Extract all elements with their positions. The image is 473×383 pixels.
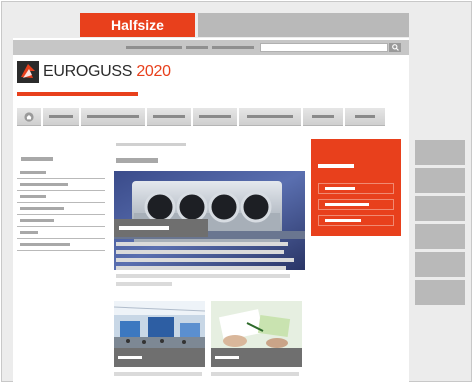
breadcrumb[interactable] (116, 143, 186, 146)
nav-item[interactable] (303, 108, 343, 126)
page-sheet: EUROGUSS 2020 (13, 38, 409, 383)
body-text-line (116, 258, 294, 262)
utility-link[interactable] (126, 46, 182, 49)
thumbnail-caption-label (215, 356, 239, 359)
thumbnail-caption (211, 348, 302, 367)
right-column-block[interactable] (415, 140, 465, 165)
sidebar-item[interactable] (17, 191, 105, 203)
teaser-title (318, 164, 354, 168)
nav-item-label (153, 115, 185, 118)
nav-item[interactable] (239, 108, 301, 126)
thumbnail-caption-label (118, 356, 142, 359)
right-column-block[interactable] (415, 252, 465, 277)
nav-home[interactable] (17, 108, 41, 126)
teaser-box (311, 139, 401, 236)
nav-item[interactable] (345, 108, 385, 126)
logo-underline (17, 92, 138, 96)
body-text-line (116, 242, 288, 246)
sidebar-item-label (20, 183, 68, 186)
sidebar-item[interactable] (17, 167, 105, 179)
hero-caption-label (119, 226, 169, 230)
sidebar-title (21, 157, 53, 161)
right-column-block[interactable] (415, 280, 465, 305)
teaser-link[interactable] (318, 199, 394, 210)
body-text-line (116, 250, 284, 254)
utility-bar (13, 40, 409, 55)
utility-link[interactable] (212, 46, 254, 49)
right-column-block[interactable] (415, 196, 465, 221)
nav-item-label (247, 115, 293, 118)
teaser-link-label (325, 219, 361, 222)
sidebar-item-label (20, 243, 70, 246)
thumbnail-text-line (211, 372, 299, 376)
nav-item[interactable] (81, 108, 145, 126)
sidebar-item-label (20, 195, 46, 198)
right-column-block[interactable] (415, 224, 465, 249)
nav-item-label (87, 115, 139, 118)
sidebar-item-label (20, 231, 38, 234)
search-icon (391, 44, 399, 51)
nav-item[interactable] (147, 108, 191, 126)
tab-halfsize[interactable]: Halfsize (80, 13, 195, 37)
utility-link[interactable] (186, 46, 208, 49)
sidebar-item[interactable] (17, 215, 105, 227)
teaser-link[interactable] (318, 215, 394, 226)
page-title (116, 158, 158, 163)
home-icon (24, 111, 34, 122)
search-input[interactable] (260, 43, 388, 52)
teaser-link-label (325, 203, 369, 206)
search-button[interactable] (389, 43, 401, 52)
euroguss-logo-icon (17, 61, 39, 83)
tab-halfsize-label: Halfsize (111, 17, 164, 33)
body-text-line (116, 266, 286, 270)
nav-item-label (199, 115, 231, 118)
hero-caption (114, 219, 208, 237)
logo-year: 2020 (136, 63, 171, 80)
sidebar-item[interactable] (17, 179, 105, 191)
teaser-link-label (325, 187, 355, 190)
sidebar-item-label (20, 219, 54, 222)
thumbnail-meeting[interactable] (211, 301, 302, 367)
nav-item[interactable] (43, 108, 79, 126)
main-nav (17, 108, 405, 126)
sidebar-item[interactable] (17, 203, 105, 215)
nav-item[interactable] (193, 108, 237, 126)
logo[interactable]: EUROGUSS 2020 (17, 61, 171, 83)
sidebar-item[interactable] (17, 227, 105, 239)
tab-fullsize[interactable] (198, 13, 409, 37)
thumbnail-caption (114, 348, 205, 367)
sidebar-item-label (20, 171, 46, 174)
nav-item-label (49, 115, 73, 118)
logo-name: EUROGUSS (43, 63, 133, 80)
sidebar-item-label (20, 207, 64, 210)
body-text-line (116, 274, 290, 278)
teaser-link[interactable] (318, 183, 394, 194)
right-column-block[interactable] (415, 168, 465, 193)
thumbnail-text-line (114, 372, 202, 376)
sidebar-item[interactable] (17, 239, 105, 251)
body-text-line (116, 282, 172, 286)
thumbnail-exhibition-hall[interactable] (114, 301, 205, 367)
nav-item-label (355, 115, 375, 118)
nav-item-label (312, 115, 334, 118)
